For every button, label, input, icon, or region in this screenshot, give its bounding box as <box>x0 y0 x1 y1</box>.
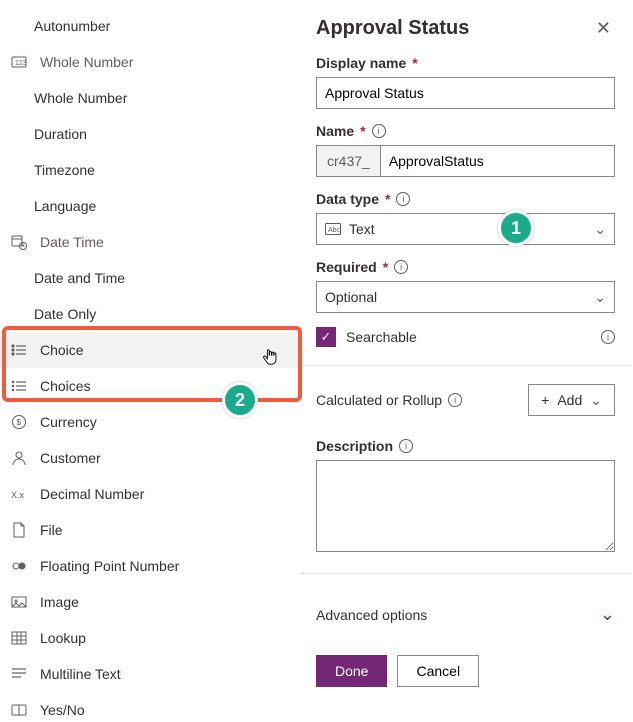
type-date-only[interactable]: Date Only <box>0 296 300 332</box>
data-type-label: Data type* i <box>316 191 615 207</box>
currency-icon: $ <box>10 413 28 431</box>
searchable-checkbox[interactable]: ✓ <box>316 327 336 347</box>
chevron-down-icon: ⌄ <box>590 392 602 409</box>
type-label: Date and Time <box>34 270 125 286</box>
panel-title: Approval Status <box>316 17 469 40</box>
searchable-label: Searchable <box>346 329 417 345</box>
type-floating-point[interactable]: Floating Point Number <box>0 548 300 584</box>
info-icon: i <box>396 192 410 206</box>
type-image[interactable]: Image <box>0 584 300 620</box>
type-label: Choices <box>40 378 91 394</box>
type-choice[interactable]: Choice <box>0 332 300 368</box>
display-name-input[interactable] <box>316 77 615 109</box>
annotation-badge: 1 <box>498 210 534 246</box>
column-properties-panel: Approval Status ✕ Display name* Name* i … <box>300 0 633 722</box>
type-label: Decimal Number <box>40 486 144 502</box>
type-whole-number[interactable]: Whole Number <box>0 80 300 116</box>
type-language[interactable]: Language <box>0 188 300 224</box>
type-label: Timezone <box>34 162 95 178</box>
done-button[interactable]: Done <box>316 655 387 687</box>
type-label: Lookup <box>40 630 86 646</box>
choice-icon <box>10 341 28 359</box>
type-customer[interactable]: Customer <box>0 440 300 476</box>
lookup-icon <box>10 629 28 647</box>
type-file[interactable]: File <box>0 512 300 548</box>
type-label: Image <box>40 594 79 610</box>
description-label: Description i <box>316 438 615 454</box>
type-whole-number-header[interactable]: 123 Whole Number <box>0 44 300 80</box>
description-input[interactable] <box>316 460 615 552</box>
info-icon: i <box>394 260 408 274</box>
info-icon: i <box>399 439 413 453</box>
name-prefix: cr437_ <box>316 145 380 177</box>
type-label: Date Only <box>34 306 96 322</box>
cancel-button[interactable]: Cancel <box>397 655 479 687</box>
data-type-value: Text <box>349 221 375 237</box>
data-type-select[interactable]: Abc Text ⌄ <box>316 213 615 245</box>
type-date-time-header[interactable]: Date Time <box>0 224 300 260</box>
info-icon: i <box>372 124 386 138</box>
advanced-options-toggle[interactable]: Advanced options ⌄ <box>316 592 615 637</box>
type-label: Choice <box>40 342 84 358</box>
type-label: Multiline Text <box>40 666 121 682</box>
type-lookup[interactable]: Lookup <box>0 620 300 656</box>
type-label: Yes/No <box>40 702 85 718</box>
data-type-list: Autonumber 123 Whole Number Whole Number… <box>0 0 300 722</box>
type-label: Autonumber <box>34 18 110 34</box>
advanced-label: Advanced options <box>316 607 427 623</box>
text-type-icon: Abc <box>325 223 341 235</box>
type-yes-no[interactable]: Yes/No <box>0 692 300 722</box>
divider <box>300 573 631 574</box>
annotation-badge: 2 <box>222 382 258 418</box>
floating-point-icon <box>10 557 28 575</box>
divider <box>300 365 631 366</box>
name-label: Name* i <box>316 123 615 139</box>
required-select[interactable]: Optional ⌄ <box>316 281 615 313</box>
type-multiline-text[interactable]: Multiline Text <box>0 656 300 692</box>
svg-text:123: 123 <box>15 60 27 67</box>
type-duration[interactable]: Duration <box>0 116 300 152</box>
multiline-text-icon <box>10 665 28 683</box>
type-label: File <box>40 522 63 538</box>
display-name-label: Display name* <box>316 55 615 71</box>
required-label: Required* i <box>316 259 615 275</box>
svg-text:X.x: X.x <box>11 490 25 500</box>
type-autonumber[interactable]: Autonumber <box>0 8 300 44</box>
type-date-and-time[interactable]: Date and Time <box>0 260 300 296</box>
name-input[interactable] <box>380 145 615 177</box>
type-label: Duration <box>34 126 87 142</box>
chevron-down-icon: ⌄ <box>600 604 615 625</box>
svg-text:$: $ <box>17 418 22 427</box>
close-button[interactable]: ✕ <box>592 14 615 43</box>
add-button[interactable]: + Add ⌄ <box>528 384 615 416</box>
type-label: Whole Number <box>34 90 127 106</box>
decimal-icon: X.x <box>10 485 28 503</box>
type-label: Whole Number <box>40 54 133 70</box>
svg-text:Abc: Abc <box>328 227 341 234</box>
info-icon: i <box>601 330 615 344</box>
required-value: Optional <box>325 289 377 305</box>
type-timezone[interactable]: Timezone <box>0 152 300 188</box>
info-icon: i <box>448 393 462 407</box>
file-icon <box>10 521 28 539</box>
type-label: Customer <box>40 450 101 466</box>
type-label: Floating Point Number <box>40 558 179 574</box>
calendar-clock-icon <box>10 233 28 251</box>
type-label: Currency <box>40 414 97 430</box>
type-label: Language <box>34 198 96 214</box>
yes-no-icon <box>10 701 28 719</box>
calc-rollup-label: Calculated or Rollup <box>316 392 442 408</box>
choices-icon <box>10 377 28 395</box>
type-label: Date Time <box>40 234 104 250</box>
customer-icon <box>10 449 28 467</box>
plus-icon: + <box>541 392 549 408</box>
type-decimal-number[interactable]: X.x Decimal Number <box>0 476 300 512</box>
image-icon <box>10 593 28 611</box>
chevron-down-icon: ⌄ <box>594 221 606 238</box>
add-label: Add <box>557 392 582 408</box>
chevron-down-icon: ⌄ <box>594 289 606 306</box>
whole-number-icon: 123 <box>10 53 28 71</box>
